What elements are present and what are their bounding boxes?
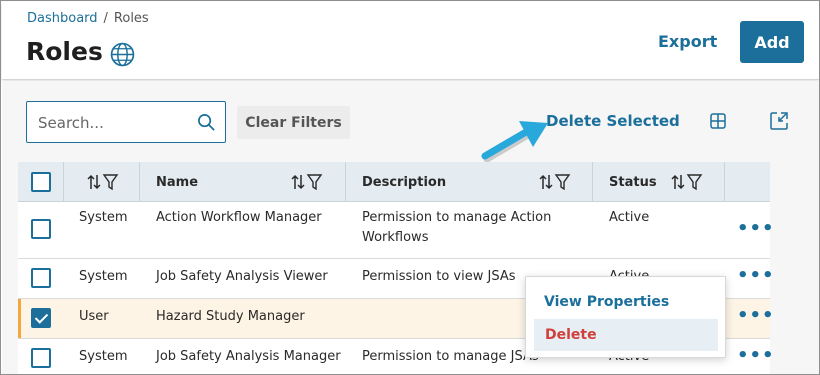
selected-row-marker xyxy=(18,299,21,338)
row-more-actions-icon[interactable]: ••• xyxy=(737,218,775,239)
header-description-cell: Description xyxy=(346,162,593,202)
header-select-cell xyxy=(18,162,64,202)
export-button[interactable]: Export xyxy=(658,32,717,51)
clear-filters-button[interactable]: Clear Filters xyxy=(237,106,350,139)
row-checkbox-checked[interactable] xyxy=(31,308,51,328)
table-row[interactable]: System Action Workflow Manager Permissio… xyxy=(18,202,774,259)
header-name-cell: Name xyxy=(140,162,346,202)
row-type: System xyxy=(79,210,128,225)
breadcrumb-dashboard-link[interactable]: Dashboard xyxy=(27,11,98,26)
collapse-icon[interactable] xyxy=(770,112,788,130)
menu-item-delete[interactable]: Delete xyxy=(534,319,718,351)
row-name: Job Safety Analysis Manager xyxy=(156,349,341,364)
column-header-description[interactable]: Description xyxy=(362,175,446,190)
add-button[interactable]: Add xyxy=(740,21,804,63)
row-more-actions-icon[interactable]: ••• xyxy=(737,265,775,286)
breadcrumb: Dashboard / Roles xyxy=(27,11,149,26)
row-name: Hazard Study Manager xyxy=(156,309,305,324)
row-type: User xyxy=(79,309,109,324)
row-type: System xyxy=(79,349,128,364)
sort-filter-icon[interactable] xyxy=(290,173,324,191)
sort-filter-icon[interactable] xyxy=(86,173,120,191)
header-status-cell: Status xyxy=(593,162,725,202)
row-description: Permission to manage Action xyxy=(362,210,552,225)
row-type: System xyxy=(79,269,128,284)
row-checkbox[interactable] xyxy=(31,268,51,288)
page-header: Dashboard / Roles Roles Export Add xyxy=(2,2,819,80)
sort-filter-icon[interactable] xyxy=(670,173,704,191)
breadcrumb-separator: / xyxy=(103,11,108,26)
grid-icon[interactable] xyxy=(710,113,726,129)
row-more-actions-icon[interactable]: ••• xyxy=(737,305,775,326)
search-icon[interactable] xyxy=(197,113,216,132)
breadcrumb-current: Roles xyxy=(113,11,149,26)
app-window: Dashboard / Roles Roles Export Add Search.… xyxy=(0,0,820,375)
header-actions-cell xyxy=(725,162,770,202)
row-context-menu: View Properties Delete xyxy=(525,276,726,358)
table-header: Name Description Status xyxy=(18,162,770,202)
row-name: Job Safety Analysis Viewer xyxy=(156,269,328,284)
row-name: Action Workflow Manager xyxy=(156,210,322,225)
column-header-status[interactable]: Status xyxy=(609,175,657,190)
row-more-actions-icon[interactable]: ••• xyxy=(737,345,775,366)
search-placeholder: Search... xyxy=(38,114,104,132)
sort-filter-icon[interactable] xyxy=(538,173,572,191)
row-description: Permission to view JSAs xyxy=(362,269,516,284)
row-description: Permission to manage JSAs xyxy=(362,349,539,364)
column-header-name[interactable]: Name xyxy=(156,175,198,190)
row-checkbox[interactable] xyxy=(31,219,51,239)
globe-icon[interactable] xyxy=(110,42,135,67)
row-checkbox[interactable] xyxy=(31,348,51,368)
select-all-checkbox[interactable] xyxy=(31,172,51,192)
delete-selected-button[interactable]: Delete Selected xyxy=(546,112,680,130)
page-title: Roles xyxy=(26,37,103,66)
row-status: Active xyxy=(609,210,650,225)
row-description-continued: Workflows xyxy=(362,230,429,245)
search-input[interactable]: Search... xyxy=(26,101,226,143)
menu-item-view-properties[interactable]: View Properties xyxy=(544,294,669,310)
annotation-arrow-icon xyxy=(481,121,548,163)
header-type-cell xyxy=(64,162,140,202)
